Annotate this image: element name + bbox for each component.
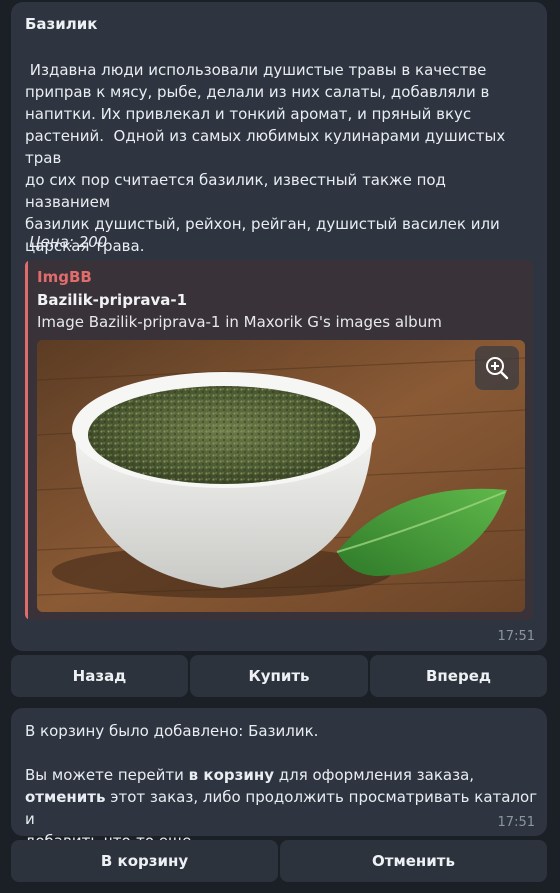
zoom-button[interactable] bbox=[475, 346, 519, 390]
message-time: 17:51 bbox=[497, 815, 535, 830]
cart-message: В корзину было добавлено: Базилик. Вы мо… bbox=[11, 708, 547, 850]
cancel-link-text: отменить bbox=[25, 788, 106, 806]
cancel-button[interactable]: Отменить bbox=[280, 840, 547, 882]
message-time: 17:51 bbox=[497, 629, 535, 644]
cart-text-part: для оформления заказа, bbox=[273, 766, 475, 784]
cart-added-text: В корзину было добавлено: Базилик. bbox=[25, 722, 319, 740]
link-preview-title: Bazilik-priprava-1 bbox=[37, 291, 188, 309]
buy-button[interactable]: Купить bbox=[190, 655, 368, 697]
product-description: Издавна люди использовали душистые травы… bbox=[25, 61, 506, 255]
cart-link-text: в корзину bbox=[188, 766, 274, 784]
basil-bowl-photo bbox=[37, 340, 525, 612]
link-preview[interactable]: ImgBB Bazilik-priprava-1 Image Bazilik-p… bbox=[25, 260, 533, 620]
forward-button[interactable]: Вперед bbox=[370, 655, 547, 697]
link-preview-accent-bar bbox=[25, 260, 28, 620]
cart-text-part: Вы можете перейти bbox=[25, 766, 189, 784]
link-preview-description: Image Bazilik-priprava-1 in Maxorik G's … bbox=[37, 313, 442, 331]
zoom-in-icon bbox=[486, 357, 509, 380]
to-cart-button[interactable]: В корзину bbox=[11, 840, 278, 882]
back-button[interactable]: Назад bbox=[11, 655, 188, 697]
link-preview-image[interactable] bbox=[37, 340, 525, 612]
product-price: Цена: 200 bbox=[29, 233, 108, 251]
product-title: Базилик bbox=[25, 15, 98, 33]
product-message: Базилик Издавна люди использовали душист… bbox=[11, 2, 547, 651]
link-preview-site-name: ImgBB bbox=[37, 268, 92, 286]
cart-instructions: Вы можете перейти в корзину для оформлен… bbox=[25, 764, 540, 852]
